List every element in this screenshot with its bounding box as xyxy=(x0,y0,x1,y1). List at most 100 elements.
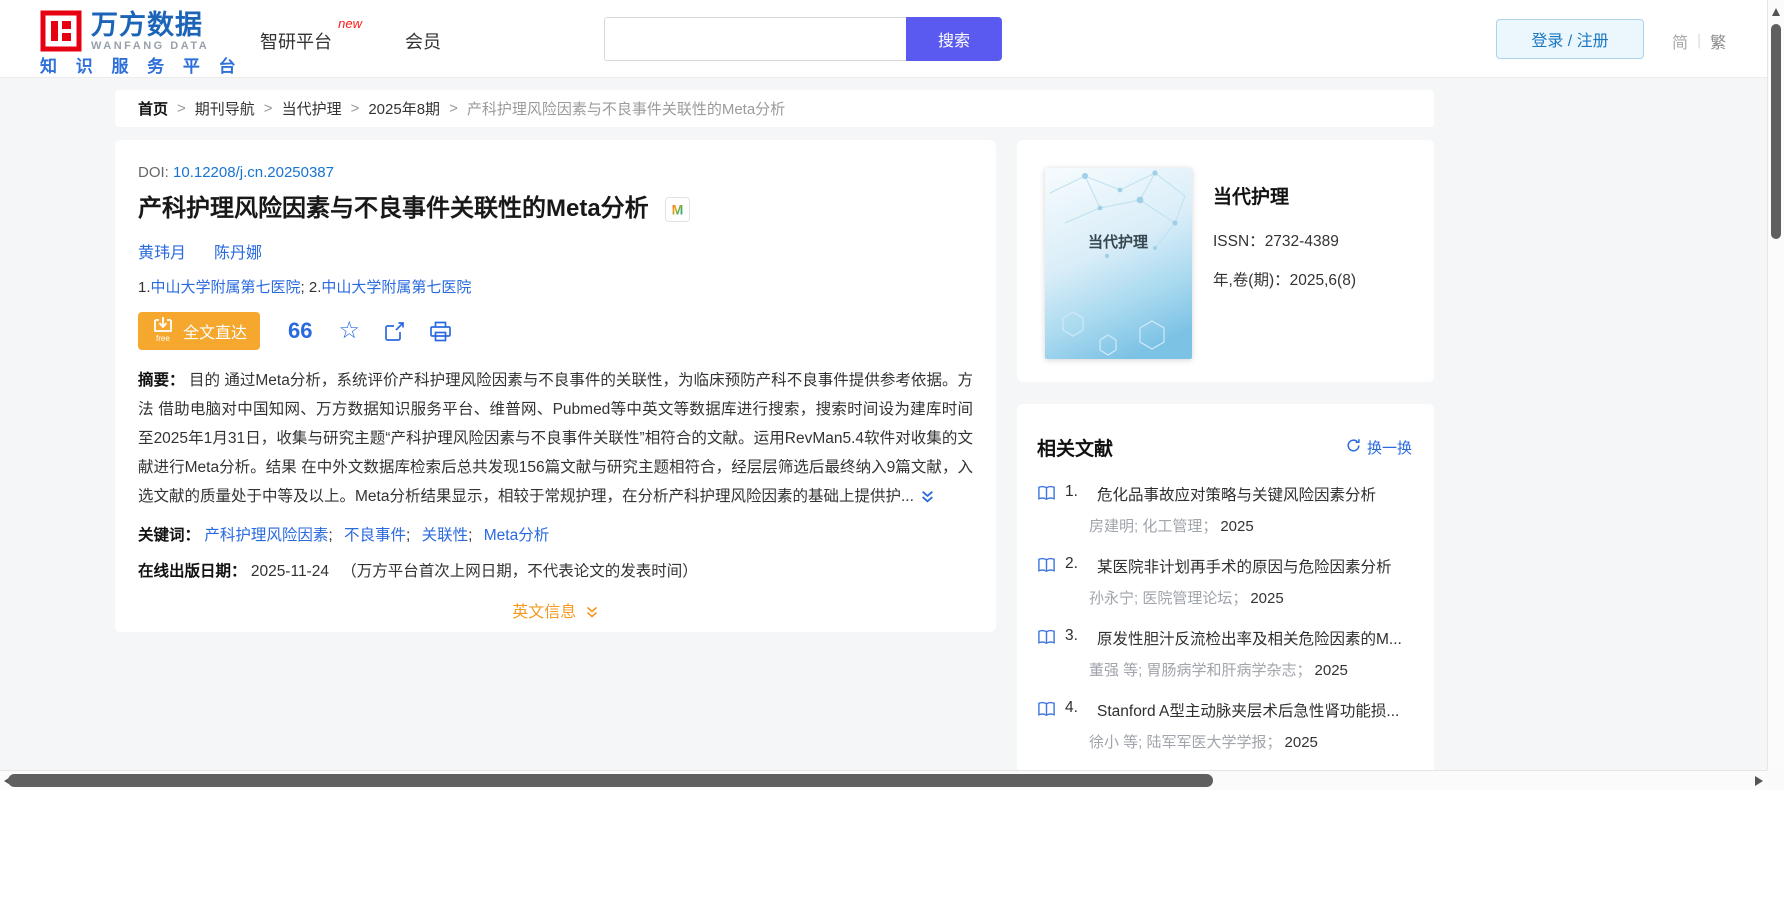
breadcrumb-home[interactable]: 首页 xyxy=(138,98,168,119)
lang-simplified[interactable]: 简 xyxy=(1672,29,1688,53)
search-input[interactable] xyxy=(604,17,906,61)
author-link[interactable]: 黄玮月 xyxy=(138,239,186,263)
related-item-link[interactable]: 2. 某医院非计划再手术的原因与危险因素分析 xyxy=(1037,555,1412,577)
svg-text:M: M xyxy=(671,201,683,217)
related-item-link[interactable]: 4. Stanford A型主动脉夹层术后急性肾功能损... xyxy=(1037,699,1412,721)
doi-link[interactable]: 10.12208/j.cn.20250387 xyxy=(173,164,334,181)
horizontal-scrollbar-thumb[interactable] xyxy=(8,774,1213,787)
horizontal-scrollbar[interactable] xyxy=(0,770,1767,790)
window-bottom-area xyxy=(0,790,1784,899)
nav-item-zhiyan-platform[interactable]: 智研平台 new xyxy=(260,16,362,54)
related-item-title: 危化品事故应对策略与关键风险因素分析 xyxy=(1097,487,1377,504)
brand-text: 万方数据 WANFANG DATA xyxy=(91,10,209,52)
scroll-up-arrow-icon[interactable] xyxy=(1772,8,1780,16)
metrics-m-badge-icon[interactable]: M xyxy=(664,196,690,222)
search-box: 搜索 xyxy=(604,17,1002,61)
doi-row: DOI: 10.12208/j.cn.20250387 xyxy=(138,164,973,181)
article-actions: free 全文直达 66 ☆ xyxy=(138,312,973,350)
journal-name[interactable]: 当代护理 xyxy=(1213,182,1356,209)
scroll-right-arrow-icon[interactable] xyxy=(1755,776,1763,786)
related-item-title: Stanford A型主动脉夹层术后急性肾功能损... xyxy=(1097,703,1400,720)
search-button[interactable]: 搜索 xyxy=(906,17,1002,61)
login-register-button[interactable]: 登录 / 注册 xyxy=(1496,19,1644,59)
related-item-number: 2. xyxy=(1065,555,1078,572)
nav-item-member[interactable]: 会员 xyxy=(405,28,441,54)
article-title-row: 产科护理风险因素与不良事件关联性的Meta分析 M xyxy=(138,194,973,224)
related-item-authors: 徐小 等; 陆军军医大学学报； xyxy=(1089,734,1282,751)
breadcrumb-journal[interactable]: 当代护理 xyxy=(282,98,342,119)
affiliation-link[interactable]: 中山大学附属第七医院 xyxy=(151,279,301,296)
breadcrumb: 首页 > 期刊导航 > 当代护理 > 2025年8期 > 产科护理风险因素与不良… xyxy=(115,90,1434,127)
list-item: 2. 某医院非计划再手术的原因与危险因素分析 孙永宁; 医院管理论坛； 2025 xyxy=(1037,555,1412,608)
login-register-label: 登录 / 注册 xyxy=(1531,33,1609,50)
author-link[interactable]: 陈丹娜 xyxy=(214,239,262,263)
related-item-link[interactable]: 3. 原发性胆汁反流检出率及相关危险因素的M... xyxy=(1037,627,1412,649)
doi-label: DOI: xyxy=(138,164,169,181)
related-item-title: 某医院非计划再手术的原因与危险因素分析 xyxy=(1097,559,1392,576)
keyword-link[interactable]: Meta分析 xyxy=(484,527,549,544)
keyword-link[interactable]: 关联性 xyxy=(422,527,469,544)
abstract-label: 摘要： xyxy=(138,372,185,389)
favorite-star-icon[interactable]: ☆ xyxy=(339,319,361,343)
expand-abstract-chevron-icon[interactable] xyxy=(920,485,935,514)
related-item-year: 2025 xyxy=(1220,518,1254,535)
related-item-meta: 董强 等; 胃肠病学和肝病学杂志； 2025 xyxy=(1089,659,1412,680)
keywords-label: 关键词： xyxy=(138,527,201,544)
pubdate-value: 2025-11-24 xyxy=(250,563,329,580)
keyword-link[interactable]: 不良事件 xyxy=(344,527,406,544)
wanfang-logo-icon xyxy=(40,10,82,57)
svg-text:free: free xyxy=(156,334,170,342)
related-item-year: 2025 xyxy=(1284,734,1318,751)
wanfang-logo[interactable]: 万方数据 WANFANG DATA xyxy=(40,10,209,57)
breadcrumb-separator: > xyxy=(350,100,360,117)
related-list: 1. 危化品事故应对策略与关键风险因素分析 房建明; 化工管理； 2025 2. … xyxy=(1037,483,1412,770)
fulltext-access-button[interactable]: free 全文直达 xyxy=(138,312,261,350)
cite-quote-icon[interactable]: 66 xyxy=(288,320,312,342)
pubdate-note: （万方平台首次上网日期，不代表论文的发表时间） xyxy=(341,563,698,580)
breadcrumb-issue[interactable]: 2025年8期 xyxy=(368,98,440,119)
affiliation-number: 1. xyxy=(138,279,151,296)
svg-text:当代护理: 当代护理 xyxy=(1088,233,1148,251)
article-card: DOI: 10.12208/j.cn.20250387 产科护理风险因素与不良事… xyxy=(115,140,996,632)
breadcrumb-separator: > xyxy=(177,100,186,117)
keyword-separator: ; xyxy=(468,527,473,544)
related-item-link[interactable]: 1. 危化品事故应对策略与关键风险因素分析 xyxy=(1037,483,1412,505)
keywords-row: 关键词： 产科护理风险因素; 不良事件; 关联性; Meta分析 xyxy=(138,523,973,545)
chevron-down-icon xyxy=(585,605,599,624)
related-item-year: 2025 xyxy=(1314,662,1348,679)
vertical-scrollbar-thumb[interactable] xyxy=(1771,24,1781,239)
related-section-title: 相关文献 xyxy=(1037,439,1114,460)
refresh-icon xyxy=(1346,438,1361,457)
fulltext-label: 全文直达 xyxy=(183,325,248,342)
issn-label: ISSN： xyxy=(1213,233,1265,250)
list-item: 4. Stanford A型主动脉夹层术后急性肾功能损... 徐小 等; 陆军军… xyxy=(1037,699,1412,752)
journal-issn-row: ISSN：2732-4389 xyxy=(1213,229,1356,251)
lang-traditional[interactable]: 繁 xyxy=(1710,29,1726,53)
breadcrumb-journal-nav[interactable]: 期刊导航 xyxy=(195,98,255,119)
share-icon[interactable] xyxy=(384,321,405,342)
refresh-related-button[interactable]: 换一换 xyxy=(1346,437,1412,458)
journal-volume-row: 年,卷(期)：2025,6(8) xyxy=(1213,268,1356,290)
english-info-toggle[interactable]: 英文信息 xyxy=(138,598,973,624)
breadcrumb-current-article: 产科护理风险因素与不良事件关联性的Meta分析 xyxy=(466,101,786,118)
related-header: 相关文献 换一换 xyxy=(1037,434,1412,461)
volume-value: 2025,6(8) xyxy=(1289,272,1356,289)
refresh-label: 换一换 xyxy=(1366,440,1412,457)
english-info-label: 英文信息 xyxy=(512,604,577,621)
vertical-scrollbar[interactable] xyxy=(1767,0,1784,770)
keyword-link[interactable]: 产科护理风险因素 xyxy=(204,527,328,544)
online-pubdate-row: 在线出版日期： 2025-11-24 （万方平台首次上网日期，不代表论文的发表时… xyxy=(138,559,973,581)
print-icon[interactable] xyxy=(429,321,452,342)
journal-cover-image[interactable]: 当代护理 xyxy=(1045,168,1192,359)
journal-info: 当代护理 ISSN：2732-4389 年,卷(期)：2025,6(8) xyxy=(1213,182,1356,290)
breadcrumb-separator: > xyxy=(449,100,458,117)
related-item-meta: 孙永宁; 医院管理论坛； 2025 xyxy=(1089,587,1412,608)
related-item-number: 3. xyxy=(1065,627,1078,644)
abstract: 摘要： 目的 通过Meta分析，系统评价产科护理风险因素与不良事件的关联性，为临… xyxy=(138,366,973,514)
brand-tagline: 知 识 服 务 平 台 xyxy=(40,57,243,76)
affiliation-link[interactable]: 中山大学附属第七医院 xyxy=(321,279,471,296)
related-item-year: 2025 xyxy=(1250,590,1284,607)
affiliations-row: 1.中山大学附属第七医院; 2.中山大学附属第七医院 xyxy=(138,276,973,297)
search-button-label: 搜索 xyxy=(937,33,970,50)
affiliation-number: 2. xyxy=(308,279,322,296)
